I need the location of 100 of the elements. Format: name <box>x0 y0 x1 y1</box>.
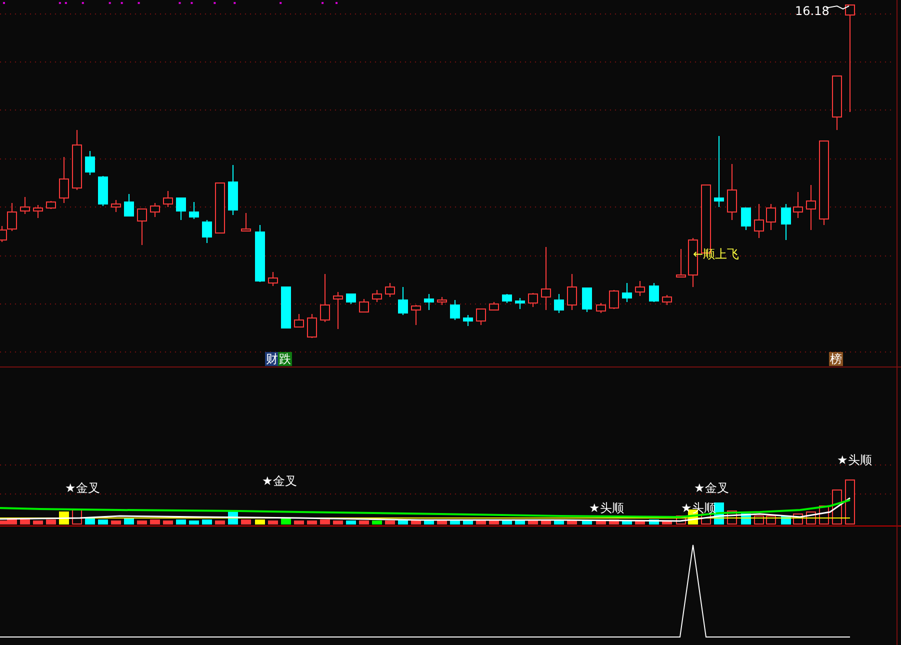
indicator-bar <box>268 520 278 524</box>
indicator-bar <box>137 520 147 524</box>
candlestick <box>228 164 238 216</box>
candlestick <box>609 290 619 310</box>
candlestick <box>385 282 395 298</box>
indicator-bar <box>241 520 251 524</box>
candlestick <box>622 282 632 302</box>
candlestick <box>766 204 776 230</box>
indicator-bar <box>111 520 121 524</box>
candlestick <box>111 200 121 212</box>
event-badge: 财 <box>265 352 279 366</box>
indicator-bar <box>609 520 619 524</box>
candlestick <box>754 204 764 238</box>
candlestick <box>98 176 108 206</box>
event-badge: 榜 <box>829 352 843 366</box>
indicator-bar <box>20 520 30 524</box>
candlestick <box>596 302 606 314</box>
indicator-bar <box>622 520 632 524</box>
signal-label: ★金叉 <box>262 474 297 488</box>
signal-label: ★头顺 <box>589 501 624 515</box>
candlestick <box>741 208 751 230</box>
candlestick <box>33 204 43 218</box>
indicator-bar <box>294 520 304 524</box>
candlestick <box>307 314 317 338</box>
indicator-bar <box>567 520 577 524</box>
candlestick <box>463 314 473 326</box>
candlestick <box>832 76 842 130</box>
candlestick <box>727 164 737 220</box>
indicator-bar <box>502 520 512 524</box>
indicator-bar <box>754 516 764 524</box>
candlestick <box>781 204 791 240</box>
candlestick <box>541 246 551 310</box>
event-badge: 跌 <box>278 352 292 366</box>
indicator-bar <box>528 520 538 524</box>
candlestick <box>241 212 251 232</box>
indicator-bar <box>582 520 592 524</box>
indicator-bar <box>215 520 225 524</box>
candlestick <box>582 288 592 312</box>
indicator-bar <box>124 518 134 524</box>
indicator-bar <box>596 520 606 524</box>
indicator-bar <box>437 520 447 524</box>
candlestick <box>255 224 265 282</box>
candlestick <box>489 302 499 310</box>
candlestick <box>281 286 291 328</box>
indicator-bar <box>424 520 434 524</box>
indicator-bar <box>515 520 525 524</box>
indicator-bar <box>189 520 199 524</box>
candlestick <box>268 272 278 286</box>
indicator-bar <box>372 520 382 524</box>
candlestick <box>20 196 30 214</box>
candlestick <box>372 290 382 302</box>
candlestick <box>137 208 147 246</box>
indicator-bar <box>150 520 160 524</box>
candlestick <box>398 286 408 316</box>
candlestick <box>46 200 56 210</box>
candlestick <box>635 280 645 296</box>
signal-label: ★金叉 <box>65 481 100 495</box>
candlestick <box>163 190 173 208</box>
candlestick <box>189 202 199 220</box>
candlestick <box>59 156 69 204</box>
candlestick <box>359 298 369 312</box>
indicator-bar <box>635 520 645 524</box>
candlestick <box>320 274 330 322</box>
indicator-bar <box>346 520 356 524</box>
indicator-bar <box>766 516 776 524</box>
candlestick <box>450 300 460 320</box>
indicator-bar <box>320 520 330 524</box>
candlestick <box>333 292 343 330</box>
indicator-bar <box>541 520 551 524</box>
indicator-bar <box>398 520 408 524</box>
indicator-bar <box>554 520 564 524</box>
indicator-bar <box>463 520 473 524</box>
candlestick <box>411 304 421 326</box>
candlestick <box>176 198 186 220</box>
signal-label: ★金叉 <box>694 481 729 495</box>
indicator-bar <box>450 520 460 524</box>
indicator-bar <box>255 520 265 524</box>
indicator-bar <box>33 520 43 524</box>
candlestick <box>476 308 486 326</box>
candlestick <box>202 220 212 244</box>
indicator-bar <box>59 512 69 524</box>
indicator-bar <box>411 520 421 524</box>
indicator-bar <box>489 520 499 524</box>
indicator-bar <box>46 520 56 524</box>
candlestick <box>124 194 134 216</box>
candlestick <box>567 274 577 310</box>
candlestick <box>150 202 160 218</box>
candlestick <box>72 130 82 190</box>
candlestick <box>85 150 95 176</box>
indicator-bar <box>845 480 855 524</box>
signal-label: ★头顺 <box>837 453 872 467</box>
candlestick <box>662 294 672 306</box>
candlestick <box>294 314 304 328</box>
candlestick <box>806 184 816 230</box>
candlestick <box>649 282 659 302</box>
candlestick <box>437 296 447 306</box>
candlestick <box>714 136 724 208</box>
indicator-bar <box>476 520 486 524</box>
indicator-bar <box>202 520 212 524</box>
indicator-bar <box>98 520 108 524</box>
